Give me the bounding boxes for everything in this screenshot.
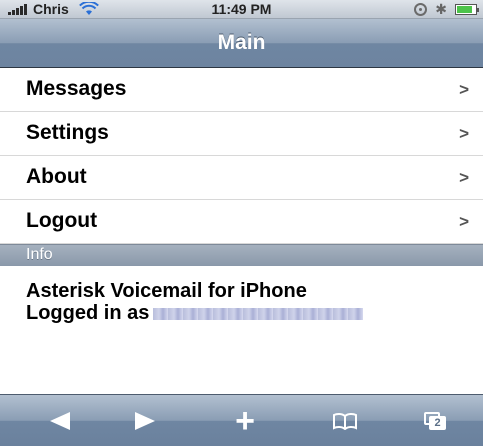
chevron-right-icon: > xyxy=(459,80,469,99)
menu-item-label: Logout xyxy=(26,209,98,232)
menu-item-label: About xyxy=(26,165,87,188)
status-bar: Chris 11:49 PM ✱ xyxy=(0,0,483,19)
bookmarks-icon xyxy=(333,412,357,430)
main-menu: Messages > Settings > About > Logout > xyxy=(0,68,483,244)
app-description: Asterisk Voicemail for iPhone xyxy=(26,280,307,302)
chevron-right-icon: > xyxy=(459,168,469,187)
menu-item-label: Settings xyxy=(26,121,109,144)
menu-item-label: Messages xyxy=(26,77,127,100)
menu-item-settings[interactable]: Settings > xyxy=(0,112,483,156)
add-bookmark-icon: + xyxy=(235,402,255,440)
battery-icon xyxy=(455,3,479,15)
signal-strength-icon xyxy=(8,3,27,15)
add-bookmark-button[interactable]: + xyxy=(210,395,280,447)
pages-icon: 2 xyxy=(424,412,446,430)
redacted-username xyxy=(153,307,364,320)
navigation-bar: Main xyxy=(0,19,483,68)
chevron-right-icon: > xyxy=(459,212,469,231)
status-right: ✱ xyxy=(414,1,479,17)
section-header-info: Info xyxy=(0,244,483,266)
logged-in-label: Logged in as xyxy=(26,302,150,324)
section-label: Info xyxy=(26,246,53,263)
forward-button[interactable] xyxy=(110,395,180,447)
orientation-lock-icon xyxy=(414,2,428,16)
carrier-name: Chris xyxy=(33,1,69,17)
back-icon xyxy=(50,412,70,430)
bluetooth-icon: ✱ xyxy=(435,1,447,17)
bookmarks-button[interactable] xyxy=(310,395,380,447)
page-title: Main xyxy=(217,31,266,54)
browser-toolbar: + 2 xyxy=(0,394,483,446)
menu-item-logout[interactable]: Logout > xyxy=(0,200,483,244)
menu-item-messages[interactable]: Messages > xyxy=(0,68,483,112)
info-panel: Asterisk Voicemail for iPhone Logged in … xyxy=(26,280,466,324)
status-left: Chris xyxy=(8,1,99,17)
login-status: Logged in as xyxy=(26,302,466,324)
back-button[interactable] xyxy=(25,395,95,447)
chevron-right-icon: > xyxy=(459,124,469,143)
wifi-icon xyxy=(78,2,99,15)
pages-count: 2 xyxy=(429,416,446,430)
forward-icon xyxy=(135,412,155,430)
menu-item-about[interactable]: About > xyxy=(0,156,483,200)
pages-button[interactable]: 2 xyxy=(400,395,470,447)
